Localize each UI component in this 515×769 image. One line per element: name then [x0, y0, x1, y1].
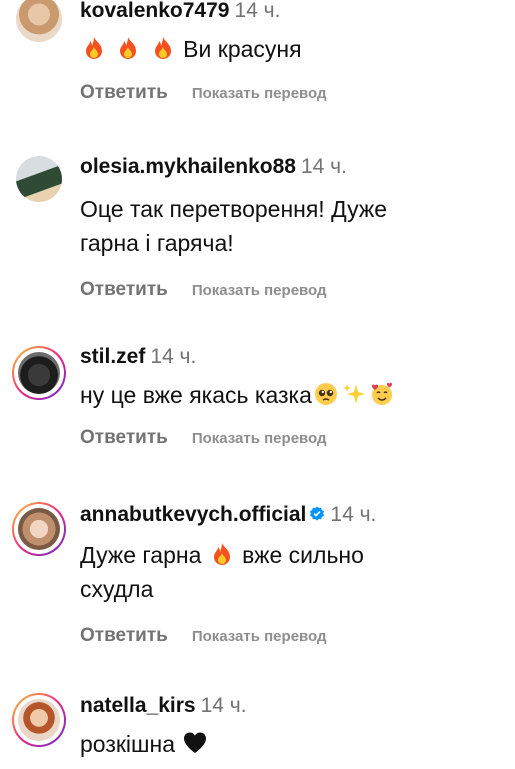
- comment-text-content: Ви красуня: [183, 36, 302, 62]
- show-translation-button[interactable]: Показать перевод: [192, 430, 327, 447]
- avatar[interactable]: [12, 0, 66, 48]
- show-translation-button[interactable]: Показать перевод: [192, 282, 327, 299]
- comment-actions: Ответить Показать перевод: [80, 624, 500, 649]
- black-heart-emoji: [184, 732, 207, 753]
- sparkles-emoji: [342, 384, 365, 404]
- comment-text: розкішна: [80, 727, 500, 761]
- username-link[interactable]: kovalenko7479: [80, 0, 229, 22]
- fire-emoji: [213, 543, 230, 565]
- comment-text: Дуже гарна вже сильно схудла: [80, 538, 500, 606]
- username-link[interactable]: olesia.mykhailenko88: [80, 155, 296, 178]
- avatar[interactable]: [12, 502, 66, 556]
- avatar[interactable]: [12, 693, 66, 747]
- username-link[interactable]: stil.zef: [80, 345, 145, 368]
- comment-text-line: Оце так перетворення! Дуже: [80, 196, 388, 222]
- comment-text-content: ну це вже якась казка: [80, 382, 312, 408]
- verified-badge-icon: [310, 506, 325, 521]
- pleading-face-emoji: [314, 383, 337, 405]
- comment-header: stil.zef 14 ч.: [80, 344, 500, 370]
- reply-button[interactable]: Ответить: [80, 82, 168, 103]
- timestamp: 14 ч.: [300, 155, 347, 178]
- timestamp: 14 ч.: [234, 0, 281, 22]
- show-translation-button[interactable]: Показать перевод: [192, 628, 327, 645]
- avatar[interactable]: [12, 154, 66, 208]
- timestamp: 14 ч.: [330, 503, 377, 526]
- fire-emoji: [120, 37, 137, 59]
- avatar[interactable]: [12, 346, 66, 400]
- username-link[interactable]: annabutkevych.official: [80, 503, 306, 526]
- comment-header: olesia.mykhailenko88 14 ч.: [80, 154, 500, 180]
- comment-header: kovalenko7479 14 ч.: [80, 0, 500, 24]
- comment-actions: Ответить Показать перевод: [80, 81, 500, 106]
- reply-button[interactable]: Ответить: [80, 279, 168, 300]
- fire-emoji: [154, 37, 171, 59]
- reply-button[interactable]: Ответить: [80, 625, 168, 646]
- comment-text-content: Дуже гарна: [80, 542, 202, 568]
- comment-text-content: вже сильно: [242, 542, 364, 568]
- reply-button[interactable]: Ответить: [80, 427, 168, 448]
- username-link[interactable]: natella_kirs: [80, 694, 196, 717]
- timestamp: 14 ч.: [150, 345, 197, 368]
- comment-actions: Ответить Показать перевод: [80, 278, 500, 303]
- comment-text: Ви красуня: [80, 32, 500, 66]
- comment-text: Оце так перетворення! Дуже гарна і гаряч…: [80, 192, 500, 260]
- comment-text-line: гарна і гаряча!: [80, 230, 234, 256]
- comment-header: natella_kirs 14 ч.: [80, 693, 500, 719]
- fire-emoji: [86, 37, 102, 59]
- comment-text: ну це вже якась казка: [80, 378, 500, 412]
- show-translation-button[interactable]: Показать перевод: [192, 85, 327, 102]
- comment-text-line: схудла: [80, 576, 154, 602]
- comment-header: annabutkevych.official 14 ч.: [80, 502, 500, 528]
- comment-text-content: розкішна: [80, 731, 175, 757]
- smiling-face-with-hearts-emoji: [371, 382, 392, 405]
- timestamp: 14 ч.: [200, 694, 247, 717]
- comment-actions: Ответить Показать перевод: [80, 426, 500, 451]
